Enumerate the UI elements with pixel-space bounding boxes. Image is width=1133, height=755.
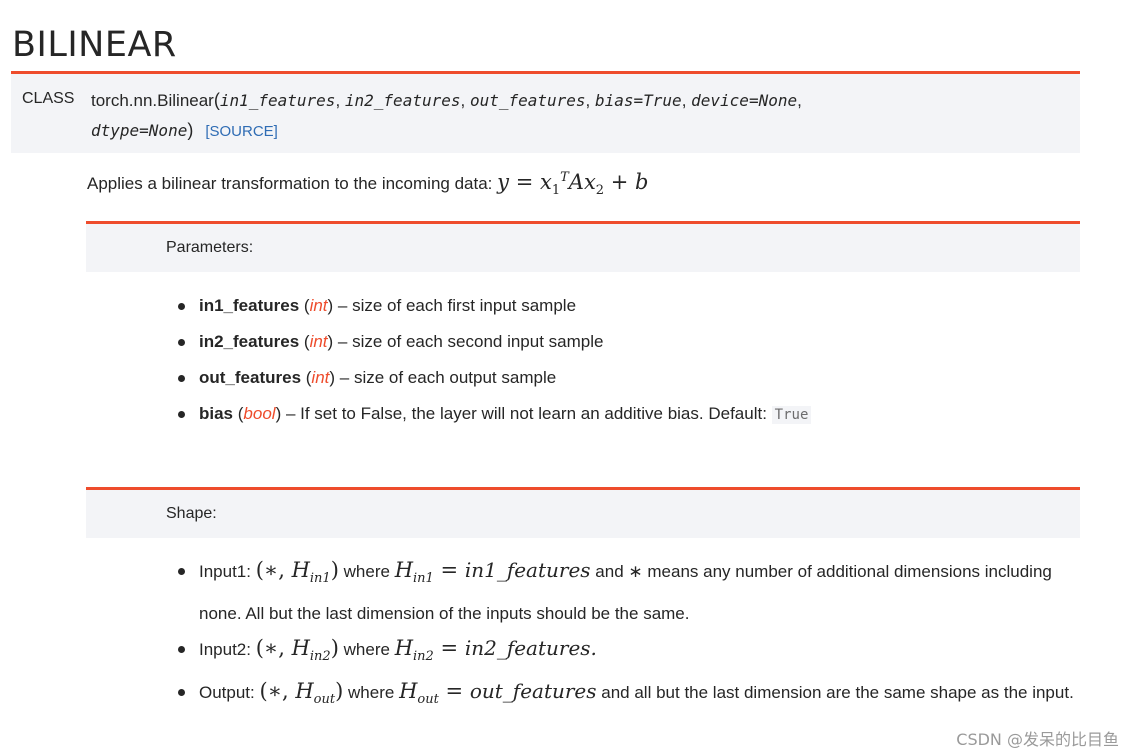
param-type[interactable]: int xyxy=(311,368,329,387)
page-title: BILINEAR xyxy=(12,25,177,66)
param-name: out_features xyxy=(199,368,302,387)
summary-formula: y = x1TAx2 + b xyxy=(497,170,649,199)
input1-shape: (∗, Hin1) xyxy=(255,558,339,587)
param-type[interactable]: bool xyxy=(243,404,275,423)
param-desc: size of each first input sample xyxy=(352,296,577,315)
watermark: CSDN @发呆的比目鱼 xyxy=(956,730,1119,749)
list-item: bias (bool) – If set to False, the layer… xyxy=(177,396,812,432)
list-item: Input1: (∗, Hin1) where Hin1 = in1_featu… xyxy=(178,553,1079,631)
output-eq: Hout = out_features xyxy=(399,679,597,708)
shape-list: Input1: (∗, Hin1) where Hin1 = in1_featu… xyxy=(178,553,1079,718)
signature-line-2: dtype=None) [SOURCE] xyxy=(91,120,278,141)
sig-param-in1: in1_features xyxy=(219,91,336,110)
input2-label: Input2: xyxy=(199,640,251,660)
parameters-heading-box: Parameters: xyxy=(86,221,1080,272)
list-item: Output: (∗, Hout) where Hout = out_featu… xyxy=(178,674,1079,717)
parameters-heading: Parameters: xyxy=(166,239,254,256)
param-name: in2_features xyxy=(199,332,300,351)
list-item: out_features (int) – size of each output… xyxy=(177,360,811,396)
output-rest: and all but the last dimension are the s… xyxy=(601,683,1074,703)
sig-param-bias: bias=True xyxy=(594,91,682,110)
param-default: True xyxy=(771,406,812,424)
summary-text: Applies a bilinear transformation to the… xyxy=(87,174,493,193)
where-text: where xyxy=(343,562,390,581)
param-name: bias xyxy=(199,404,234,423)
shape-heading-box: Shape: xyxy=(86,487,1080,538)
output-label: Output: xyxy=(199,683,255,703)
param-type[interactable]: int xyxy=(310,332,328,351)
list-item: Input2: (∗, Hin2) where Hin2 = in2_featu… xyxy=(178,631,1079,674)
param-desc: If set to False, the layer will not lear… xyxy=(300,404,767,423)
input2-shape: (∗, Hin2) xyxy=(255,636,339,665)
input2-eq: Hin2 = in2_features. xyxy=(394,636,597,665)
output-shape: (∗, Hout) xyxy=(259,679,344,708)
sig-param-in2: in2_features xyxy=(344,91,461,110)
list-item: in2_features (int) – size of each second… xyxy=(177,324,811,360)
summary: Applies a bilinear transformation to the… xyxy=(87,170,649,198)
parameters-list: in1_features (int) – size of each first … xyxy=(177,288,812,432)
sig-param-out: out_features xyxy=(469,91,586,110)
where-text: where xyxy=(343,640,390,660)
input1-eq: Hin1 = in1_features xyxy=(394,558,591,587)
where-text: where xyxy=(348,683,395,703)
signature-line-1: torch.nn.Bilinear(in1_features, in2_feat… xyxy=(91,90,802,110)
close-paren: ) xyxy=(187,120,194,140)
param-name: in1_features xyxy=(199,296,300,315)
param-type[interactable]: int xyxy=(310,296,328,315)
class-signature: CLASS torch.nn.Bilinear(in1_features, in… xyxy=(11,71,1080,153)
param-desc: size of each output sample xyxy=(353,368,557,387)
star-symbol: ∗ xyxy=(628,562,643,581)
shape-heading: Shape: xyxy=(166,505,217,522)
sig-param-device: device=None xyxy=(691,91,798,110)
input1-label: Input1: xyxy=(199,562,251,581)
class-name: torch.nn.Bilinear xyxy=(91,91,214,110)
class-label: CLASS xyxy=(22,90,75,107)
param-desc: size of each second input sample xyxy=(352,332,604,351)
source-link[interactable]: [SOURCE] xyxy=(205,123,278,140)
and-text: and xyxy=(595,562,624,581)
sig-param-dtype: dtype=None xyxy=(91,121,188,140)
list-item: in1_features (int) – size of each first … xyxy=(177,288,811,324)
